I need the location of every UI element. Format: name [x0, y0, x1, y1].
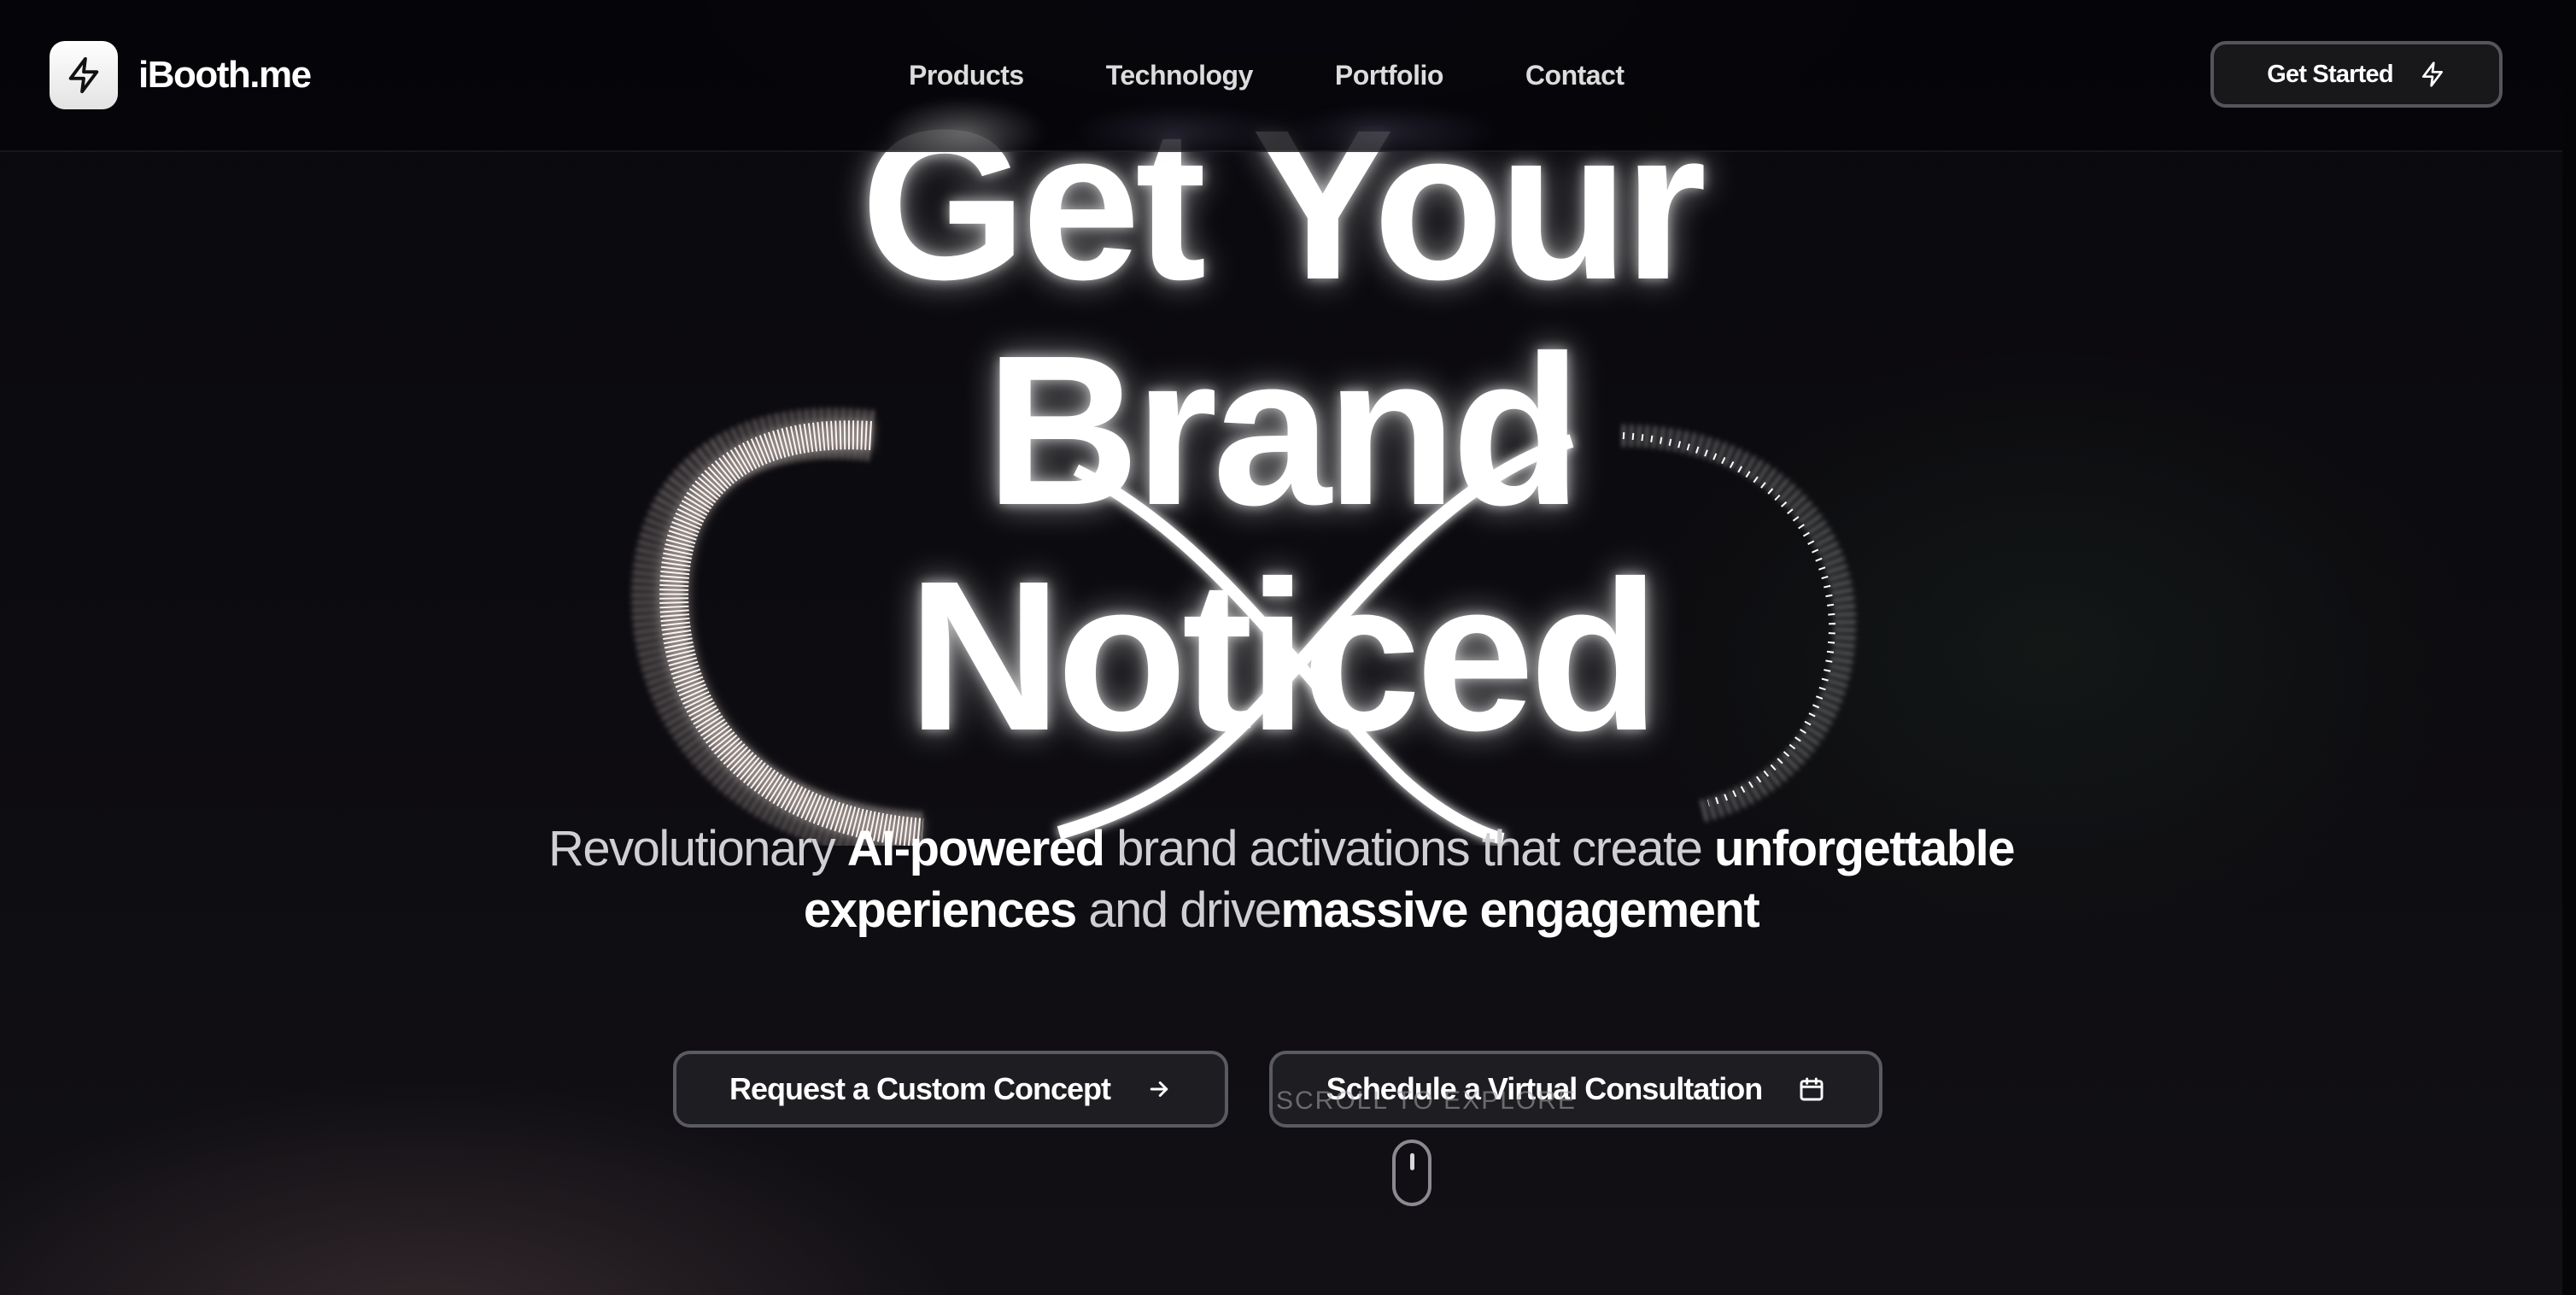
- nav-products[interactable]: Products: [909, 53, 1024, 97]
- get-started-button[interactable]: Get Started: [2210, 41, 2503, 108]
- lightning-bolt-icon: [2421, 62, 2443, 87]
- subtitle-part-6: massive engagement: [1280, 882, 1759, 938]
- subtitle-part-2: AI-powered: [846, 821, 1105, 876]
- main-nav: Products Technology Portfolio Contact: [909, 53, 1625, 97]
- subtitle-part-1: Revolutionary: [548, 821, 847, 876]
- lightning-bolt-icon: [68, 56, 99, 94]
- request-custom-concept-label: Request a Custom Concept: [729, 1071, 1111, 1106]
- get-started-label: Get Started: [2267, 60, 2393, 88]
- hero-subtitle: Revolutionary AI-powered brand activatio…: [427, 818, 2135, 941]
- headline-line-3: Noticed: [907, 536, 1660, 775]
- scrollbar-track[interactable]: [2562, 0, 2576, 1295]
- request-custom-concept-button[interactable]: Request a Custom Concept: [673, 1051, 1228, 1128]
- logo-text[interactable]: iBooth.me: [138, 48, 312, 103]
- nav-technology[interactable]: Technology: [1106, 53, 1254, 97]
- scroll-hint-text: SCROLL TO EXPLORE: [1276, 1087, 1577, 1115]
- mouse-wheel: [1410, 1153, 1414, 1170]
- logo-badge[interactable]: [50, 41, 118, 109]
- nav-portfolio[interactable]: Portfolio: [1335, 53, 1444, 97]
- nav-contact[interactable]: Contact: [1525, 53, 1625, 97]
- page: iBooth.me Products Technology Portfolio …: [0, 0, 2576, 1295]
- hero-headline: Get Your Brand Noticed: [0, 92, 2562, 769]
- subtitle-part-5: and drive: [1075, 882, 1282, 938]
- arrow-right-icon: [1150, 1081, 1168, 1097]
- headline-line-2: Brand: [985, 311, 1582, 549]
- subtitle-part-3: brand activations that create: [1104, 821, 1714, 876]
- calendar-icon: [1800, 1077, 1824, 1101]
- site-header: iBooth.me Products Technology Portfolio …: [0, 0, 2562, 152]
- scroll-mouse-icon[interactable]: [1392, 1140, 1431, 1206]
